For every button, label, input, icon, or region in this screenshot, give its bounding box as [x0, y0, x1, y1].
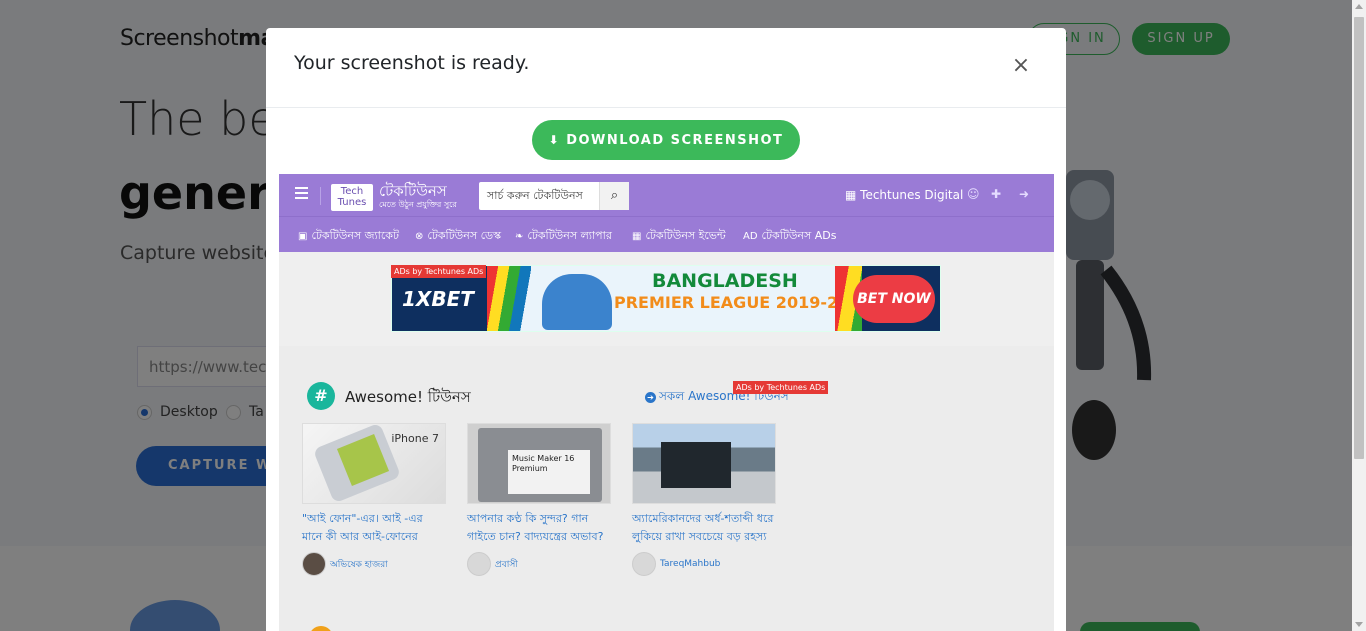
techtunes-top-nav: Tech Tunes টেকটিউনস মেতে উঠুন প্রযুক্তির…: [279, 174, 1054, 216]
banner-line-2: PREMIER LEAGUE 2019-20: [614, 293, 850, 312]
logo-line-1: Tech: [340, 186, 364, 197]
bet-now-badge: BET NOW: [853, 275, 935, 323]
ad-tag: ADs by Techtunes ADs: [391, 265, 487, 278]
hashtag-icon: #: [307, 382, 335, 410]
section-title: Awesome! টিউনস: [345, 388, 471, 406]
desk-icon: ⊗: [415, 231, 424, 242]
leaf-icon: ❧: [515, 231, 524, 242]
article-author: অভিষেক হাজরা: [302, 552, 446, 576]
article-card: iPhone 7 "আই ফোন"-এর। আই -এর মানে কী আর …: [302, 423, 446, 576]
cricketer-icon: [542, 274, 612, 330]
menu-item-lapar: ❧ টেকটিউনস ল্যাপার: [515, 227, 612, 246]
thumbnail-label: Music Maker 16 Premium: [512, 454, 575, 473]
ad-icon: AD: [743, 231, 758, 242]
menu-item-event: ▦ টেকটিউনস ইভেন্ট: [632, 227, 726, 246]
avatar: [632, 552, 656, 576]
menu-item-desk-label: টেকটিউনস ডেস্ক: [427, 229, 502, 242]
article-card: অ্যামেরিকানদের অর্ধ-শতাব্দী ধরে লুকিয়ে …: [632, 423, 776, 576]
menu-item-jacket: ▣ টেকটিউনস জ্যাকেট: [298, 227, 399, 246]
avatar: [302, 552, 326, 576]
author-name: প্রবাসী: [495, 559, 518, 570]
menu-item-event-label: টেকটিউনস ইভেন্ট: [645, 229, 726, 242]
ad-tag-2: ADs by Techtunes ADs: [733, 381, 829, 394]
menu-item-ads: AD টেকটিউনস ADs: [743, 227, 836, 246]
user-icon: ☺: [967, 187, 980, 201]
calendar-icon: ▦: [632, 231, 642, 242]
jacket-icon: ▣: [298, 231, 308, 242]
logo-line-2: Tunes: [337, 197, 367, 208]
banner-line-1: BANGLADESH: [652, 270, 798, 292]
grid-icon: ▦: [845, 188, 861, 202]
modal-header: Your screenshot is ready. ×: [266, 28, 1066, 108]
article-card: Music Maker 16 Premium আপনার কণ্ঠ কি সুন…: [467, 423, 611, 576]
article-thumbnail: iPhone 7: [302, 423, 446, 504]
article-author: TareqMahbub: [632, 552, 776, 576]
avatar: [467, 552, 491, 576]
article-author: প্রবাসী: [467, 552, 611, 576]
scroll-down-arrow-icon[interactable]: [1355, 622, 1363, 627]
page-scrollbar[interactable]: [1352, 0, 1366, 631]
menu-item-ads-label: টেকটিউনস ADs: [761, 229, 837, 242]
banner-brand: 1XBET: [402, 287, 474, 311]
thumbnail-label: iPhone 7: [391, 432, 439, 445]
techtunes-tagline: মেতে উঠুন প্রযুক্তির সুরে: [379, 200, 457, 209]
article-title: "আই ফোন"-এর। আই -এর মানে কী আর আই-ফোনের: [302, 512, 423, 543]
menu-item-jacket-label: টেকটিউনস জ্যাকেট: [311, 229, 399, 242]
article-title: আপনার কণ্ঠ কি সুন্দর? গান গাইতে চান? বাদ…: [467, 512, 604, 543]
article-thumbnail: Music Maker 16 Premium: [467, 423, 611, 504]
hamburger-menu-icon: [295, 187, 321, 205]
techtunes-logo: Tech Tunes: [331, 184, 373, 211]
close-icon[interactable]: ×: [1011, 55, 1031, 77]
download-icon: ⬇: [548, 133, 561, 147]
article-thumbnail: [632, 423, 776, 504]
scroll-up-arrow-icon[interactable]: [1355, 4, 1363, 9]
menu-item-desk: ⊗ টেকটিউনস ডেস্ক: [415, 227, 501, 246]
screenshot-ready-modal: Your screenshot is ready. × ⬇ DOWNLOAD SC…: [266, 28, 1066, 631]
add-user-icon: ✚: [991, 187, 1002, 201]
menu-item-lapar-label: টেকটিউনস ল্যাপার: [527, 229, 612, 242]
download-button-label: DOWNLOAD SCREENSHOT: [566, 133, 784, 148]
author-name: অভিষেক হাজরা: [330, 559, 388, 570]
download-screenshot-button[interactable]: ⬇ DOWNLOAD SCREENSHOT: [532, 120, 800, 160]
scroll-thumb[interactable]: [1354, 17, 1364, 459]
article-title: অ্যামেরিকানদের অর্ধ-শতাব্দী ধরে লুকিয়ে …: [632, 512, 774, 543]
author-name: TareqMahbub: [660, 559, 721, 569]
techtunes-digital-label: Techtunes Digital: [860, 188, 964, 202]
screenshot-preview: Tech Tunes টেকটিউনস মেতে উঠুন প্রযুক্তির…: [279, 174, 1054, 631]
search-icon: ⌕: [599, 182, 629, 210]
login-icon: ➜: [1019, 187, 1030, 201]
banner-stripes: [487, 266, 531, 331]
modal-title: Your screenshot is ready.: [294, 52, 530, 74]
techtunes-digital-link: ▦ Techtunes Digital: [845, 188, 963, 202]
arrow-right-icon: ➔: [645, 392, 656, 403]
